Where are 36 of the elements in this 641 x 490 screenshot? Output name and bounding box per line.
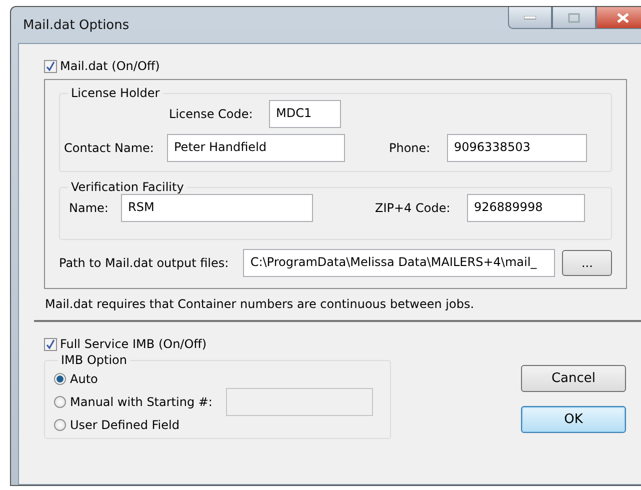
info-text: Mail.dat requires that Container numbers are continuous between jobs. (45, 297, 476, 311)
group-title: IMB Option (60, 353, 128, 367)
ok-button[interactable]: OK (521, 406, 626, 433)
radio-button[interactable] (54, 418, 66, 430)
radio-button[interactable] (54, 372, 66, 384)
radio-label[interactable]: Manual with Starting #: (70, 394, 212, 408)
window-title: Mail.dat Options (23, 18, 130, 32)
minimize-button[interactable] (508, 7, 552, 29)
group-title: License Holder (70, 86, 161, 100)
checkbox[interactable] (44, 338, 57, 350)
field-label: Path to Mail.dat output files: (59, 256, 230, 270)
radio-label[interactable]: User Defined Field (70, 418, 180, 432)
radio-button[interactable] (54, 396, 66, 408)
checkbox[interactable] (44, 60, 57, 72)
input-field[interactable]: Peter Handfield (167, 134, 345, 162)
input-field[interactable]: MDC1 (269, 100, 341, 128)
close-icon (617, 12, 629, 22)
input-field[interactable]: 926889998 (467, 194, 585, 222)
cancel-button[interactable]: Cancel (521, 365, 626, 392)
field-label: Phone: (389, 141, 432, 155)
maximize-button[interactable] (552, 7, 596, 29)
radio-label[interactable]: Auto (70, 372, 98, 386)
input-field[interactable]: RSM (121, 194, 313, 222)
maximize-icon (568, 12, 580, 22)
group-title: Verification Facility (70, 180, 185, 194)
field-label: ZIP+4 Code: (375, 201, 452, 215)
browse-button[interactable]: ... (562, 250, 612, 276)
field-label: Name: (69, 201, 110, 215)
checkbox-label[interactable]: Mail.dat (On/Off) (60, 59, 160, 73)
input-field[interactable]: C:\ProgramData\Melissa Data\MAILERS+4\mail_ (243, 249, 556, 277)
input-field[interactable]: 9096338503 (447, 134, 587, 162)
field-label: Contact Name: (64, 141, 155, 155)
close-button[interactable] (596, 7, 641, 29)
minimize-icon (524, 16, 536, 20)
field-label: License Code: (169, 107, 254, 121)
checkbox-label[interactable]: Full Service IMB (On/Off) (60, 337, 207, 351)
